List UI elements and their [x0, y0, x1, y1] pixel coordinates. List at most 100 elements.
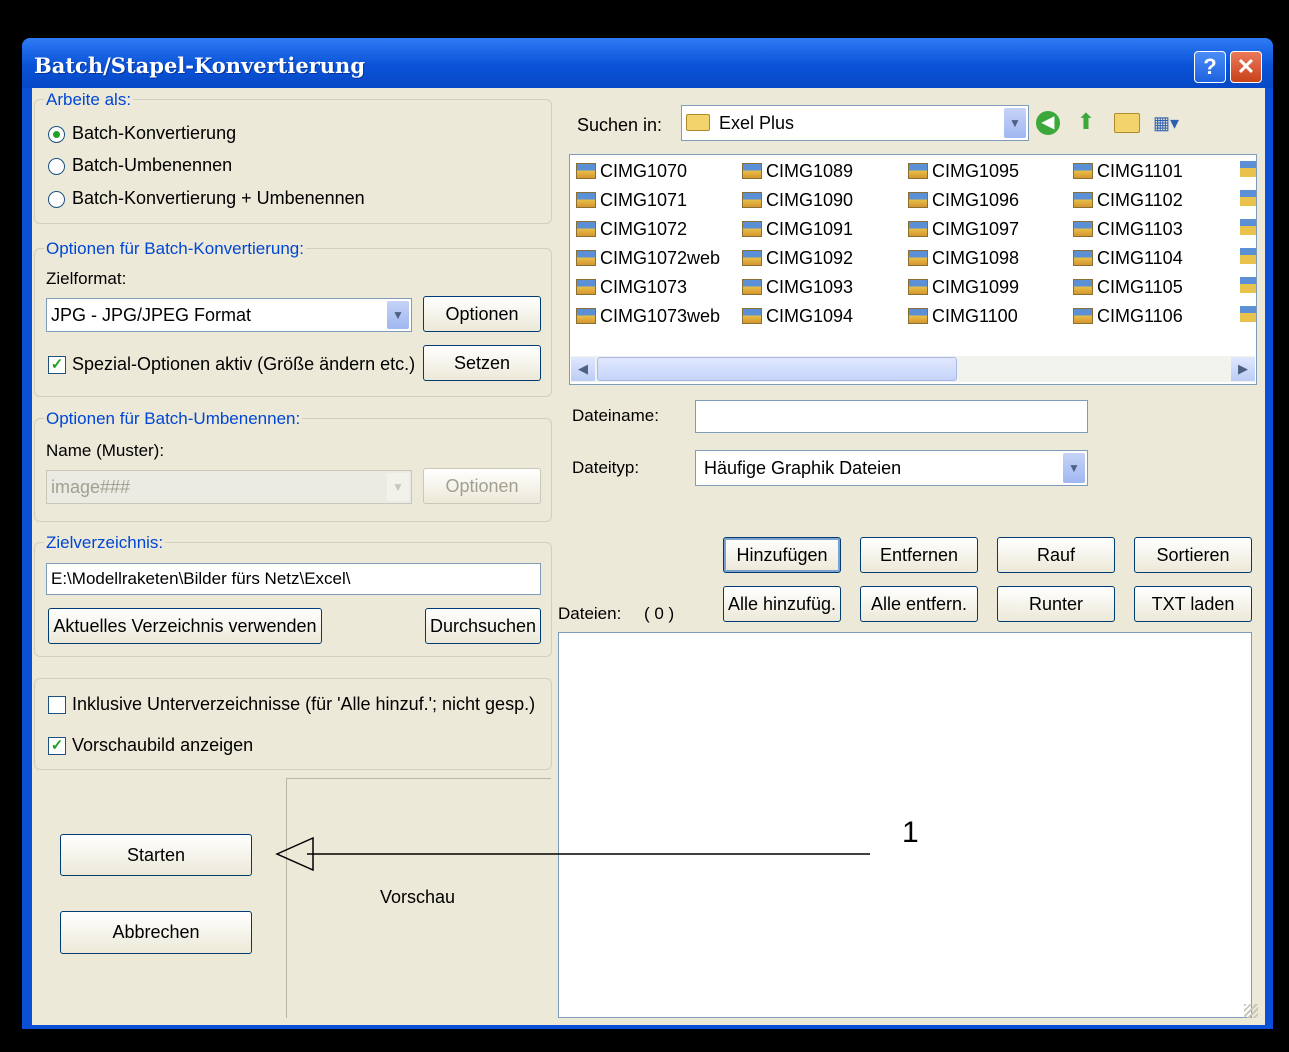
- scroll-left-icon[interactable]: ◀: [571, 357, 595, 381]
- list-item[interactable]: CIMG1073web: [576, 306, 720, 327]
- file-name: CIMG1092: [766, 248, 854, 268]
- list-item[interactable]: CIMG1095: [908, 161, 1019, 182]
- filename-input[interactable]: [695, 400, 1088, 433]
- convert-options-button[interactable]: Optionen: [423, 296, 541, 332]
- back-icon[interactable]: ◀: [1036, 111, 1060, 135]
- file-name: CIMG1073web: [600, 306, 721, 326]
- image-file-icon: [1073, 192, 1093, 208]
- list-item[interactable]: CIMG1096: [908, 190, 1019, 211]
- close-button[interactable]: ✕: [1230, 51, 1262, 83]
- list-item[interactable]: CIMG1101: [1073, 161, 1183, 182]
- browse-button[interactable]: Durchsuchen: [425, 608, 541, 644]
- list-item[interactable]: CIMG1105: [1073, 277, 1183, 298]
- chevron-down-icon[interactable]: ▼: [387, 473, 409, 501]
- list-item[interactable]: CIMG1073: [576, 277, 687, 298]
- show-preview-checkbox[interactable]: ✓: [48, 737, 66, 755]
- file-name: CIMG1072web: [600, 248, 721, 268]
- preview-box: Vorschau: [286, 778, 551, 1018]
- file-browser-list[interactable]: CIMG1070 CIMG1071 CIMG1072 CIMG1072web C…: [569, 154, 1257, 385]
- new-folder-icon[interactable]: [1114, 113, 1140, 133]
- list-item[interactable]: CIMG1091: [742, 219, 853, 240]
- list-item[interactable]: CIMG1070: [576, 161, 687, 182]
- name-pattern-select[interactable]: image### ▼: [46, 470, 412, 504]
- remove-button[interactable]: Entfernen: [860, 537, 978, 573]
- load-txt-button[interactable]: TXT laden: [1134, 586, 1252, 622]
- down-button[interactable]: Runter: [997, 586, 1115, 622]
- image-file-icon: [742, 250, 762, 266]
- radio-batch-rename-label: Batch-Umbenennen: [72, 155, 233, 175]
- list-item[interactable]: CIMG1102: [1073, 190, 1183, 211]
- list-item[interactable]: CIMG1092: [742, 248, 853, 269]
- help-button[interactable]: ?: [1194, 51, 1226, 83]
- image-file-icon: [742, 163, 762, 179]
- image-file-icon: [576, 221, 596, 237]
- up-button[interactable]: Rauf: [997, 537, 1115, 573]
- folder-icon: [686, 114, 710, 131]
- cancel-button[interactable]: Abbrechen: [60, 911, 252, 954]
- file-name: CIMG1105: [1097, 277, 1183, 297]
- filetype-select[interactable]: Häufige Graphik Dateien ▼: [695, 450, 1088, 486]
- list-item[interactable]: CIMG1071: [576, 190, 687, 211]
- file-name: CIMG1070: [600, 161, 688, 181]
- target-dir-input[interactable]: E:\Modellraketen\Bilder fürs Netz\Excel\: [46, 563, 541, 595]
- image-file-icon: [1073, 308, 1093, 324]
- image-file-icon: [1073, 279, 1093, 295]
- chevron-down-icon[interactable]: ▼: [1063, 453, 1085, 483]
- special-options-checkbox[interactable]: ✓: [48, 356, 66, 374]
- list-item[interactable]: CIMG1097: [908, 219, 1019, 240]
- file-name: CIMG1101: [1097, 161, 1183, 181]
- list-item[interactable]: CIMG1103: [1073, 219, 1183, 240]
- list-item[interactable]: CIMG1098: [908, 248, 1019, 269]
- list-item[interactable]: CIMG1072: [576, 219, 687, 240]
- list-item[interactable]: CIMG1094: [742, 306, 853, 327]
- use-current-dir-button[interactable]: Aktuelles Verzeichnis verwenden: [48, 608, 322, 644]
- start-button[interactable]: Starten: [60, 834, 252, 876]
- radio-batch-convert-rename[interactable]: [48, 191, 65, 208]
- image-file-icon: [576, 308, 596, 324]
- target-format-label: Zielformat:: [46, 269, 127, 288]
- horizontal-scrollbar[interactable]: ◀ ▶: [571, 356, 1255, 382]
- file-name: CIMG1100: [932, 306, 1018, 326]
- list-item[interactable]: CIMG1093: [742, 277, 853, 298]
- file-name: CIMG1096: [932, 190, 1020, 210]
- radio-batch-rename[interactable]: [48, 158, 65, 175]
- file-name: CIMG1091: [766, 219, 854, 239]
- resize-grip-icon[interactable]: [1244, 1004, 1258, 1018]
- window-title: Batch/Stapel-Konvertierung: [34, 53, 366, 78]
- view-menu-icon[interactable]: ▦▾: [1153, 112, 1189, 134]
- list-item[interactable]: CIMG1089: [742, 161, 853, 182]
- rename-options-button[interactable]: Optionen: [423, 468, 541, 504]
- up-folder-icon[interactable]: ⬆: [1074, 110, 1098, 134]
- image-file-icon: [576, 192, 596, 208]
- scroll-thumb[interactable]: [597, 357, 957, 381]
- set-button[interactable]: Setzen: [423, 345, 541, 381]
- list-item[interactable]: CIMG1099: [908, 277, 1019, 298]
- preview-label: Vorschau: [380, 887, 456, 907]
- file-name: CIMG1089: [766, 161, 854, 181]
- scroll-right-icon[interactable]: ▶: [1231, 357, 1255, 381]
- file-name: CIMG1106: [1097, 306, 1183, 326]
- list-item[interactable]: CIMG1090: [742, 190, 853, 211]
- dialog-client: Arbeite als: Batch-Konvertierung Batch-U…: [32, 88, 1265, 1025]
- target-format-select[interactable]: JPG - JPG/JPEG Format ▼: [46, 298, 412, 332]
- look-in-select[interactable]: Exel Plus ▼: [681, 105, 1029, 141]
- radio-batch-convert[interactable]: [48, 126, 65, 143]
- image-file-icon: [908, 192, 928, 208]
- look-in-value: Exel Plus: [719, 113, 795, 133]
- add-button[interactable]: Hinzufügen: [723, 537, 841, 573]
- list-item[interactable]: CIMG1106: [1073, 306, 1183, 327]
- partial-column-icon: [1240, 161, 1256, 331]
- image-file-icon: [742, 221, 762, 237]
- chevron-down-icon[interactable]: ▼: [387, 301, 409, 329]
- list-item[interactable]: CIMG1104: [1073, 248, 1183, 269]
- file-name: CIMG1094: [766, 306, 854, 326]
- special-options-label: Spezial-Optionen aktiv (Größe ändern etc…: [72, 354, 416, 374]
- add-all-button[interactable]: Alle hinzufüg.: [723, 586, 841, 622]
- remove-all-button[interactable]: Alle entfern.: [860, 586, 978, 622]
- list-item[interactable]: CIMG1072web: [576, 248, 720, 269]
- title-bar[interactable]: Batch/Stapel-Konvertierung ? ✕: [22, 38, 1273, 88]
- sort-button[interactable]: Sortieren: [1134, 537, 1252, 573]
- list-item[interactable]: CIMG1100: [908, 306, 1018, 327]
- filename-label: Dateiname:: [572, 406, 659, 425]
- chevron-down-icon[interactable]: ▼: [1004, 108, 1026, 138]
